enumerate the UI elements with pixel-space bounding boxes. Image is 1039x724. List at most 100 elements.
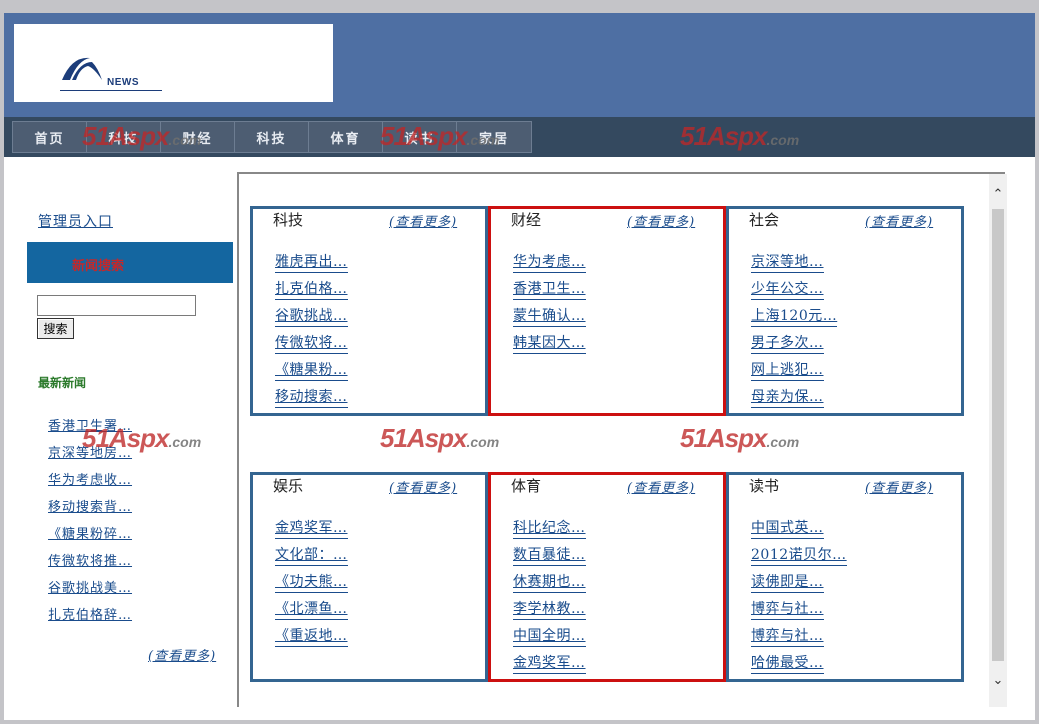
list-item: 上海120元… xyxy=(751,305,838,332)
list-item: 《糖果粉… xyxy=(275,359,348,386)
category-list: 雅虎再出… 扎克伯格… 谷歌挑战… 传微软将… 《糖果粉… 移动搜索… xyxy=(275,251,348,413)
list-item: 数百暴徒… xyxy=(513,544,586,571)
latest-news-link[interactable]: 《糖果粉碎… xyxy=(48,527,132,542)
logo-underline xyxy=(60,90,162,91)
news-link[interactable]: 移动搜索… xyxy=(275,386,348,408)
news-link[interactable]: 香港卫生… xyxy=(513,278,586,300)
nav-item-reading[interactable]: 读书 xyxy=(383,122,457,152)
latest-news-link[interactable]: 京深等地房… xyxy=(48,446,132,461)
latest-news-link[interactable]: 传微软将推… xyxy=(48,554,132,569)
list-item: 《北漂鱼… xyxy=(275,598,348,625)
category-title: 体育 xyxy=(511,477,542,495)
list-item: 扎克伯格… xyxy=(275,278,348,305)
news-link[interactable]: 2012诺贝尔… xyxy=(751,544,847,566)
news-link[interactable]: 中国式英… xyxy=(751,517,824,539)
latest-news-link[interactable]: 谷歌挑战美… xyxy=(48,581,132,596)
latest-news-title: 最新新闻 xyxy=(38,376,87,390)
category-more-link[interactable]: (查看更多) xyxy=(865,211,933,230)
list-item: 中国全明… xyxy=(513,625,586,652)
news-link[interactable]: 数百暴徒… xyxy=(513,544,586,566)
category-more-link[interactable]: (查看更多) xyxy=(865,477,933,496)
news-search-bar: 新闻搜索 xyxy=(27,242,233,283)
list-item: 京深等地房… xyxy=(48,442,132,469)
list-item: 香港卫生署… xyxy=(48,415,132,442)
list-item: 少年公交… xyxy=(751,278,837,305)
latest-news-link[interactable]: 移动搜索背… xyxy=(48,500,132,515)
news-link[interactable]: 金鸡奖军… xyxy=(275,517,348,539)
admin-login-link[interactable]: 管理员入口 xyxy=(38,211,113,231)
news-link[interactable]: 李学林教… xyxy=(513,598,586,620)
list-item: 李学林教… xyxy=(513,598,586,625)
nav-item-tech-2[interactable]: 科技 xyxy=(235,122,309,152)
list-item: 博弈与社… xyxy=(751,598,847,625)
news-link[interactable]: 《糖果粉… xyxy=(275,359,348,381)
news-link[interactable]: 韩某因大… xyxy=(513,332,586,354)
logo[interactable]: NEWS xyxy=(14,24,333,102)
category-more-link[interactable]: (查看更多) xyxy=(389,211,457,230)
nav-item-finance[interactable]: 财经 xyxy=(161,122,235,152)
news-link[interactable]: 少年公交… xyxy=(751,278,824,300)
nav-item-home-decor[interactable]: 家居 xyxy=(457,122,531,152)
scroll-down-icon[interactable]: ⌄ xyxy=(992,674,1004,688)
page-frame: NEWS 首页 科技 财经 科技 体育 读书 家居 管理员入口 新闻搜索 搜索 … xyxy=(4,13,1035,720)
list-item: 谷歌挑战美… xyxy=(48,577,132,604)
news-link[interactable]: 扎克伯格… xyxy=(275,278,348,300)
news-link[interactable]: 母亲为保… xyxy=(751,386,824,408)
list-item: 《糖果粉碎… xyxy=(48,523,132,550)
nav-item-tech[interactable]: 科技 xyxy=(87,122,161,152)
news-link[interactable]: 哈佛最受… xyxy=(751,652,824,674)
news-link[interactable]: 传微软将… xyxy=(275,332,348,354)
news-link[interactable]: 读佛即是… xyxy=(751,571,824,593)
nav-bar: 首页 科技 财经 科技 体育 读书 家居 xyxy=(4,117,1035,157)
scroll-thumb[interactable] xyxy=(992,209,1004,661)
news-link[interactable]: 金鸡奖军… xyxy=(513,652,586,674)
news-link[interactable]: 科比纪念… xyxy=(513,517,586,539)
news-link[interactable]: 中国全明… xyxy=(513,625,586,647)
list-item: 母亲为保… xyxy=(751,386,837,413)
news-link[interactable]: 网上逃犯… xyxy=(751,359,824,381)
news-link[interactable]: 华为考虑… xyxy=(513,251,586,273)
latest-news-link[interactable]: 扎克伯格辞… xyxy=(48,608,132,623)
latest-more-link[interactable]: (查看更多) xyxy=(148,645,216,664)
news-link[interactable]: 休赛期也… xyxy=(513,571,586,593)
category-more-link[interactable]: (查看更多) xyxy=(389,477,457,496)
category-list: 科比纪念… 数百暴徒… 休赛期也… 李学林教… 中国全明… 金鸡奖军… xyxy=(513,517,586,679)
list-item: 博弈与社… xyxy=(751,625,847,652)
latest-news-link[interactable]: 香港卫生署… xyxy=(48,419,132,434)
news-link[interactable]: 男子多次… xyxy=(751,332,824,354)
news-link[interactable]: 上海120元… xyxy=(751,305,838,327)
news-link[interactable]: 雅虎再出… xyxy=(275,251,348,273)
list-item: 《重返地… xyxy=(275,625,348,652)
scroll-up-icon[interactable]: ⌃ xyxy=(992,188,1004,202)
list-item: 休赛期也… xyxy=(513,571,586,598)
list-item: 移动搜索… xyxy=(275,386,348,413)
logo-text: NEWS xyxy=(107,77,139,88)
news-link[interactable]: 《重返地… xyxy=(275,625,348,647)
list-item: 读佛即是… xyxy=(751,571,847,598)
list-item: 2012诺贝尔… xyxy=(751,544,847,571)
news-link[interactable]: 《北漂鱼… xyxy=(275,598,348,620)
news-link[interactable]: 文化部：… xyxy=(275,544,348,566)
latest-news-list: 香港卫生署… 京深等地房… 华为考虑收… 移动搜索背… 《糖果粉碎… 传微软将推… xyxy=(48,415,132,631)
category-box-entertainment: 娱乐 (查看更多) 金鸡奖军… 文化部：… 《功夫熊… 《北漂鱼… 《重返地… xyxy=(250,472,488,682)
nav-item-home[interactable]: 首页 xyxy=(13,122,87,152)
news-link[interactable]: 蒙牛确认… xyxy=(513,305,586,327)
news-link[interactable]: 博弈与社… xyxy=(751,598,824,620)
search-button[interactable]: 搜索 xyxy=(37,318,74,339)
search-input[interactable] xyxy=(37,295,196,316)
list-item: 谷歌挑战… xyxy=(275,305,348,332)
news-link[interactable]: 《功夫熊… xyxy=(275,571,348,593)
list-item: 中国式英… xyxy=(751,517,847,544)
list-item: 科比纪念… xyxy=(513,517,586,544)
nav-item-sports[interactable]: 体育 xyxy=(309,122,383,152)
category-box-tech: 科技 (查看更多) 雅虎再出… 扎克伯格… 谷歌挑战… 传微软将… 《糖果粉… … xyxy=(250,206,488,416)
latest-news-link[interactable]: 华为考虑收… xyxy=(48,473,132,488)
news-link[interactable]: 京深等地… xyxy=(751,251,824,273)
news-link[interactable]: 博弈与社… xyxy=(751,625,824,647)
list-item: 金鸡奖军… xyxy=(275,517,348,544)
news-link[interactable]: 谷歌挑战… xyxy=(275,305,348,327)
content-scrollbar[interactable]: ⌃ ⌄ xyxy=(989,174,1007,707)
category-more-link[interactable]: (查看更多) xyxy=(627,477,695,496)
category-title: 娱乐 xyxy=(273,477,304,495)
category-more-link[interactable]: (查看更多) xyxy=(627,211,695,230)
